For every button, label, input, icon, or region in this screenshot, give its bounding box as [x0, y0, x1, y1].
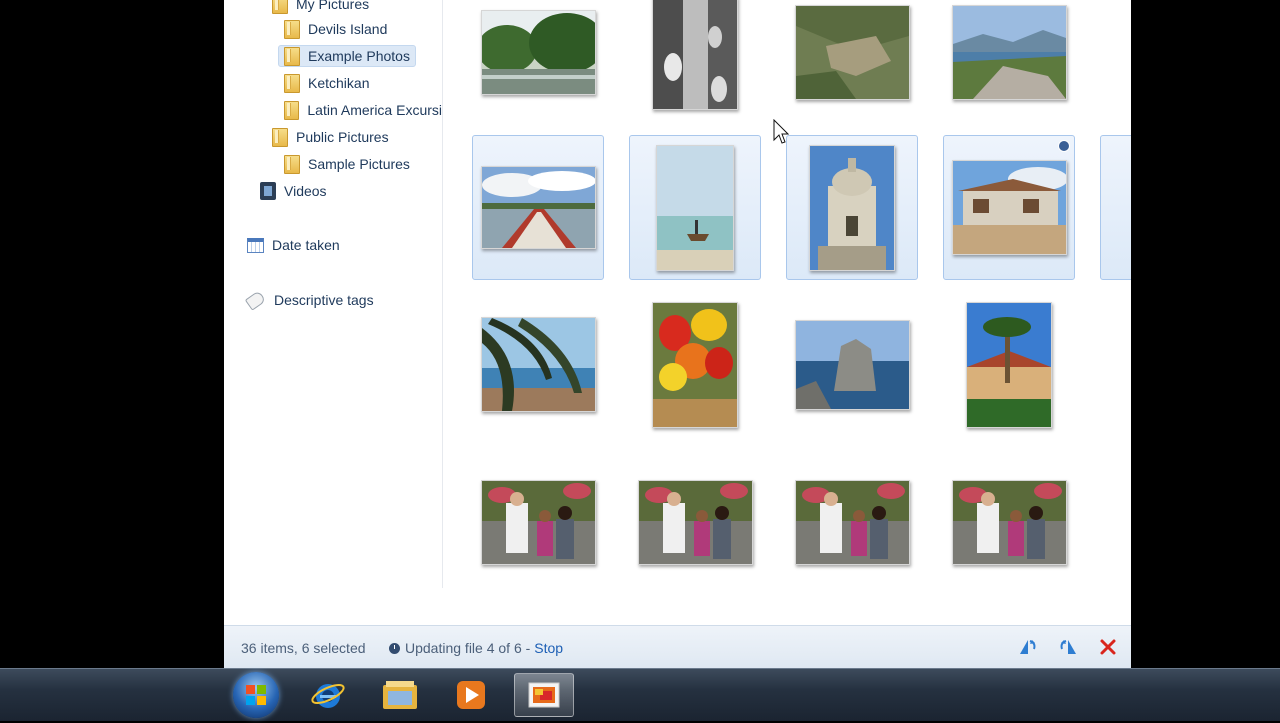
calendar-icon: [247, 237, 264, 253]
taskbar-photo-gallery[interactable]: [514, 673, 574, 717]
taskbar-internet-explorer[interactable]: [298, 673, 358, 717]
photo-thumbnail: [637, 480, 753, 565]
photo-tile[interactable]: [1100, 450, 1131, 595]
photo-thumbnail: [480, 480, 596, 565]
nav-item-date-taken[interactable]: Date taken: [247, 233, 340, 257]
photo-thumbnail: [794, 5, 910, 100]
photo-thumbnail: [480, 317, 596, 412]
media-player-icon: [457, 681, 485, 709]
windows-explorer-icon: [383, 681, 417, 709]
photo-tile[interactable]: [943, 292, 1075, 437]
photo-thumbnail: [480, 166, 596, 249]
photo-gallery-icon: [528, 682, 560, 708]
nav-item-descriptive-tags[interactable]: Descriptive tags: [244, 288, 374, 312]
progress-text: Updating file 4 of 6 -: [405, 640, 531, 656]
photo-tile-selected[interactable]: [1100, 135, 1131, 280]
internet-explorer-icon: [311, 683, 345, 708]
nav-item-label: My Pictures: [296, 0, 370, 12]
photo-tile[interactable]: [629, 292, 761, 437]
library-folder-icon: [272, 0, 288, 14]
folder-icon: [284, 154, 300, 174]
photo-thumbnail: [656, 144, 734, 271]
photo-thumbnail: [951, 480, 1067, 565]
status-bar: 36 items, 6 selected Updating file 4 of …: [224, 625, 1131, 668]
rotate-right-button[interactable]: [1058, 637, 1078, 657]
clock-icon: [389, 642, 400, 654]
nav-item-label: Videos: [284, 183, 327, 199]
nav-item-devils-island[interactable]: Devils Island: [284, 17, 387, 41]
photo-tile[interactable]: [472, 0, 604, 125]
photo-tile[interactable]: [943, 450, 1075, 595]
item-count: 36 items, 6 selected: [241, 640, 366, 656]
photo-thumbnail: [966, 301, 1052, 428]
photo-tile[interactable]: [629, 0, 761, 125]
photo-thumbnail: [652, 0, 738, 110]
photo-thumbnail: [951, 5, 1067, 100]
nav-item-sample-pictures[interactable]: Sample Pictures: [284, 152, 410, 176]
photo-tile[interactable]: [786, 0, 918, 125]
mouse-pointer-icon: [773, 119, 789, 144]
tag-icon: [244, 289, 267, 311]
taskbar-windows-explorer[interactable]: [370, 673, 430, 717]
delete-icon: [1100, 639, 1116, 655]
photo-tile[interactable]: [472, 292, 604, 437]
thumbnail-grid: [443, 0, 1131, 625]
photo-thumbnail: [794, 480, 910, 565]
photo-tile[interactable]: [786, 292, 918, 437]
rotate-right-icon: [1060, 640, 1076, 654]
photo-tile[interactable]: [629, 450, 761, 595]
nav-item-label: Public Pictures: [296, 129, 389, 145]
photo-thumbnail: [951, 160, 1067, 255]
folder-icon: [284, 46, 300, 66]
update-progress: Updating file 4 of 6 - Stop: [389, 640, 563, 656]
taskbar-media-player[interactable]: [441, 673, 501, 717]
navigation-pane: My Pictures Devils Island Example Photos…: [224, 0, 442, 625]
nav-item-my-pictures[interactable]: My Pictures: [272, 0, 369, 16]
nav-item-label: Ketchikan: [308, 75, 370, 91]
nav-item-label: Sample Pictures: [308, 156, 410, 172]
rotate-left-button[interactable]: [1018, 637, 1038, 657]
photo-tile-selected[interactable]: [786, 135, 918, 280]
stop-link[interactable]: Stop: [534, 640, 563, 656]
photo-tile[interactable]: [943, 0, 1075, 125]
start-button[interactable]: [233, 672, 279, 718]
nav-item-label: Descriptive tags: [274, 292, 374, 308]
nav-item-latin-america[interactable]: Latin America Excursi: [284, 98, 442, 122]
photo-tile-selected[interactable]: [472, 135, 604, 280]
photo-thumbnail: [652, 301, 738, 428]
photo-thumbnail: [480, 10, 596, 95]
photo-thumbnail: [794, 319, 910, 410]
photo-tile[interactable]: [472, 450, 604, 595]
nav-item-label: Date taken: [272, 237, 340, 253]
video-library-icon: [260, 182, 276, 200]
photo-thumbnail: [809, 144, 895, 271]
start-orb-icon: [246, 685, 266, 705]
rotate-left-icon: [1020, 640, 1036, 654]
photo-tile[interactable]: [1100, 292, 1131, 437]
photo-tile[interactable]: [786, 450, 918, 595]
delete-button[interactable]: [1098, 637, 1118, 657]
nav-item-ketchikan[interactable]: Ketchikan: [284, 71, 369, 95]
folder-icon: [284, 19, 300, 39]
photo-tile-selected[interactable]: [943, 135, 1075, 280]
nav-item-label: Latin America Excursi: [307, 102, 442, 118]
photo-gallery-window: My Pictures Devils Island Example Photos…: [224, 0, 1131, 668]
nav-item-public-pictures[interactable]: Public Pictures: [272, 125, 389, 149]
folder-icon: [284, 73, 300, 93]
sync-status-icon: [1058, 140, 1070, 152]
nav-item-videos[interactable]: Videos: [260, 179, 327, 203]
nav-item-example-photos[interactable]: Example Photos: [278, 44, 416, 68]
nav-item-label: Devils Island: [308, 21, 388, 37]
nav-item-label: Example Photos: [308, 48, 410, 64]
photo-tile[interactable]: [1100, 0, 1131, 125]
taskbar: [0, 668, 1280, 721]
folder-icon: [272, 127, 288, 147]
folder-icon: [284, 100, 300, 120]
photo-tile-selected[interactable]: [629, 135, 761, 280]
